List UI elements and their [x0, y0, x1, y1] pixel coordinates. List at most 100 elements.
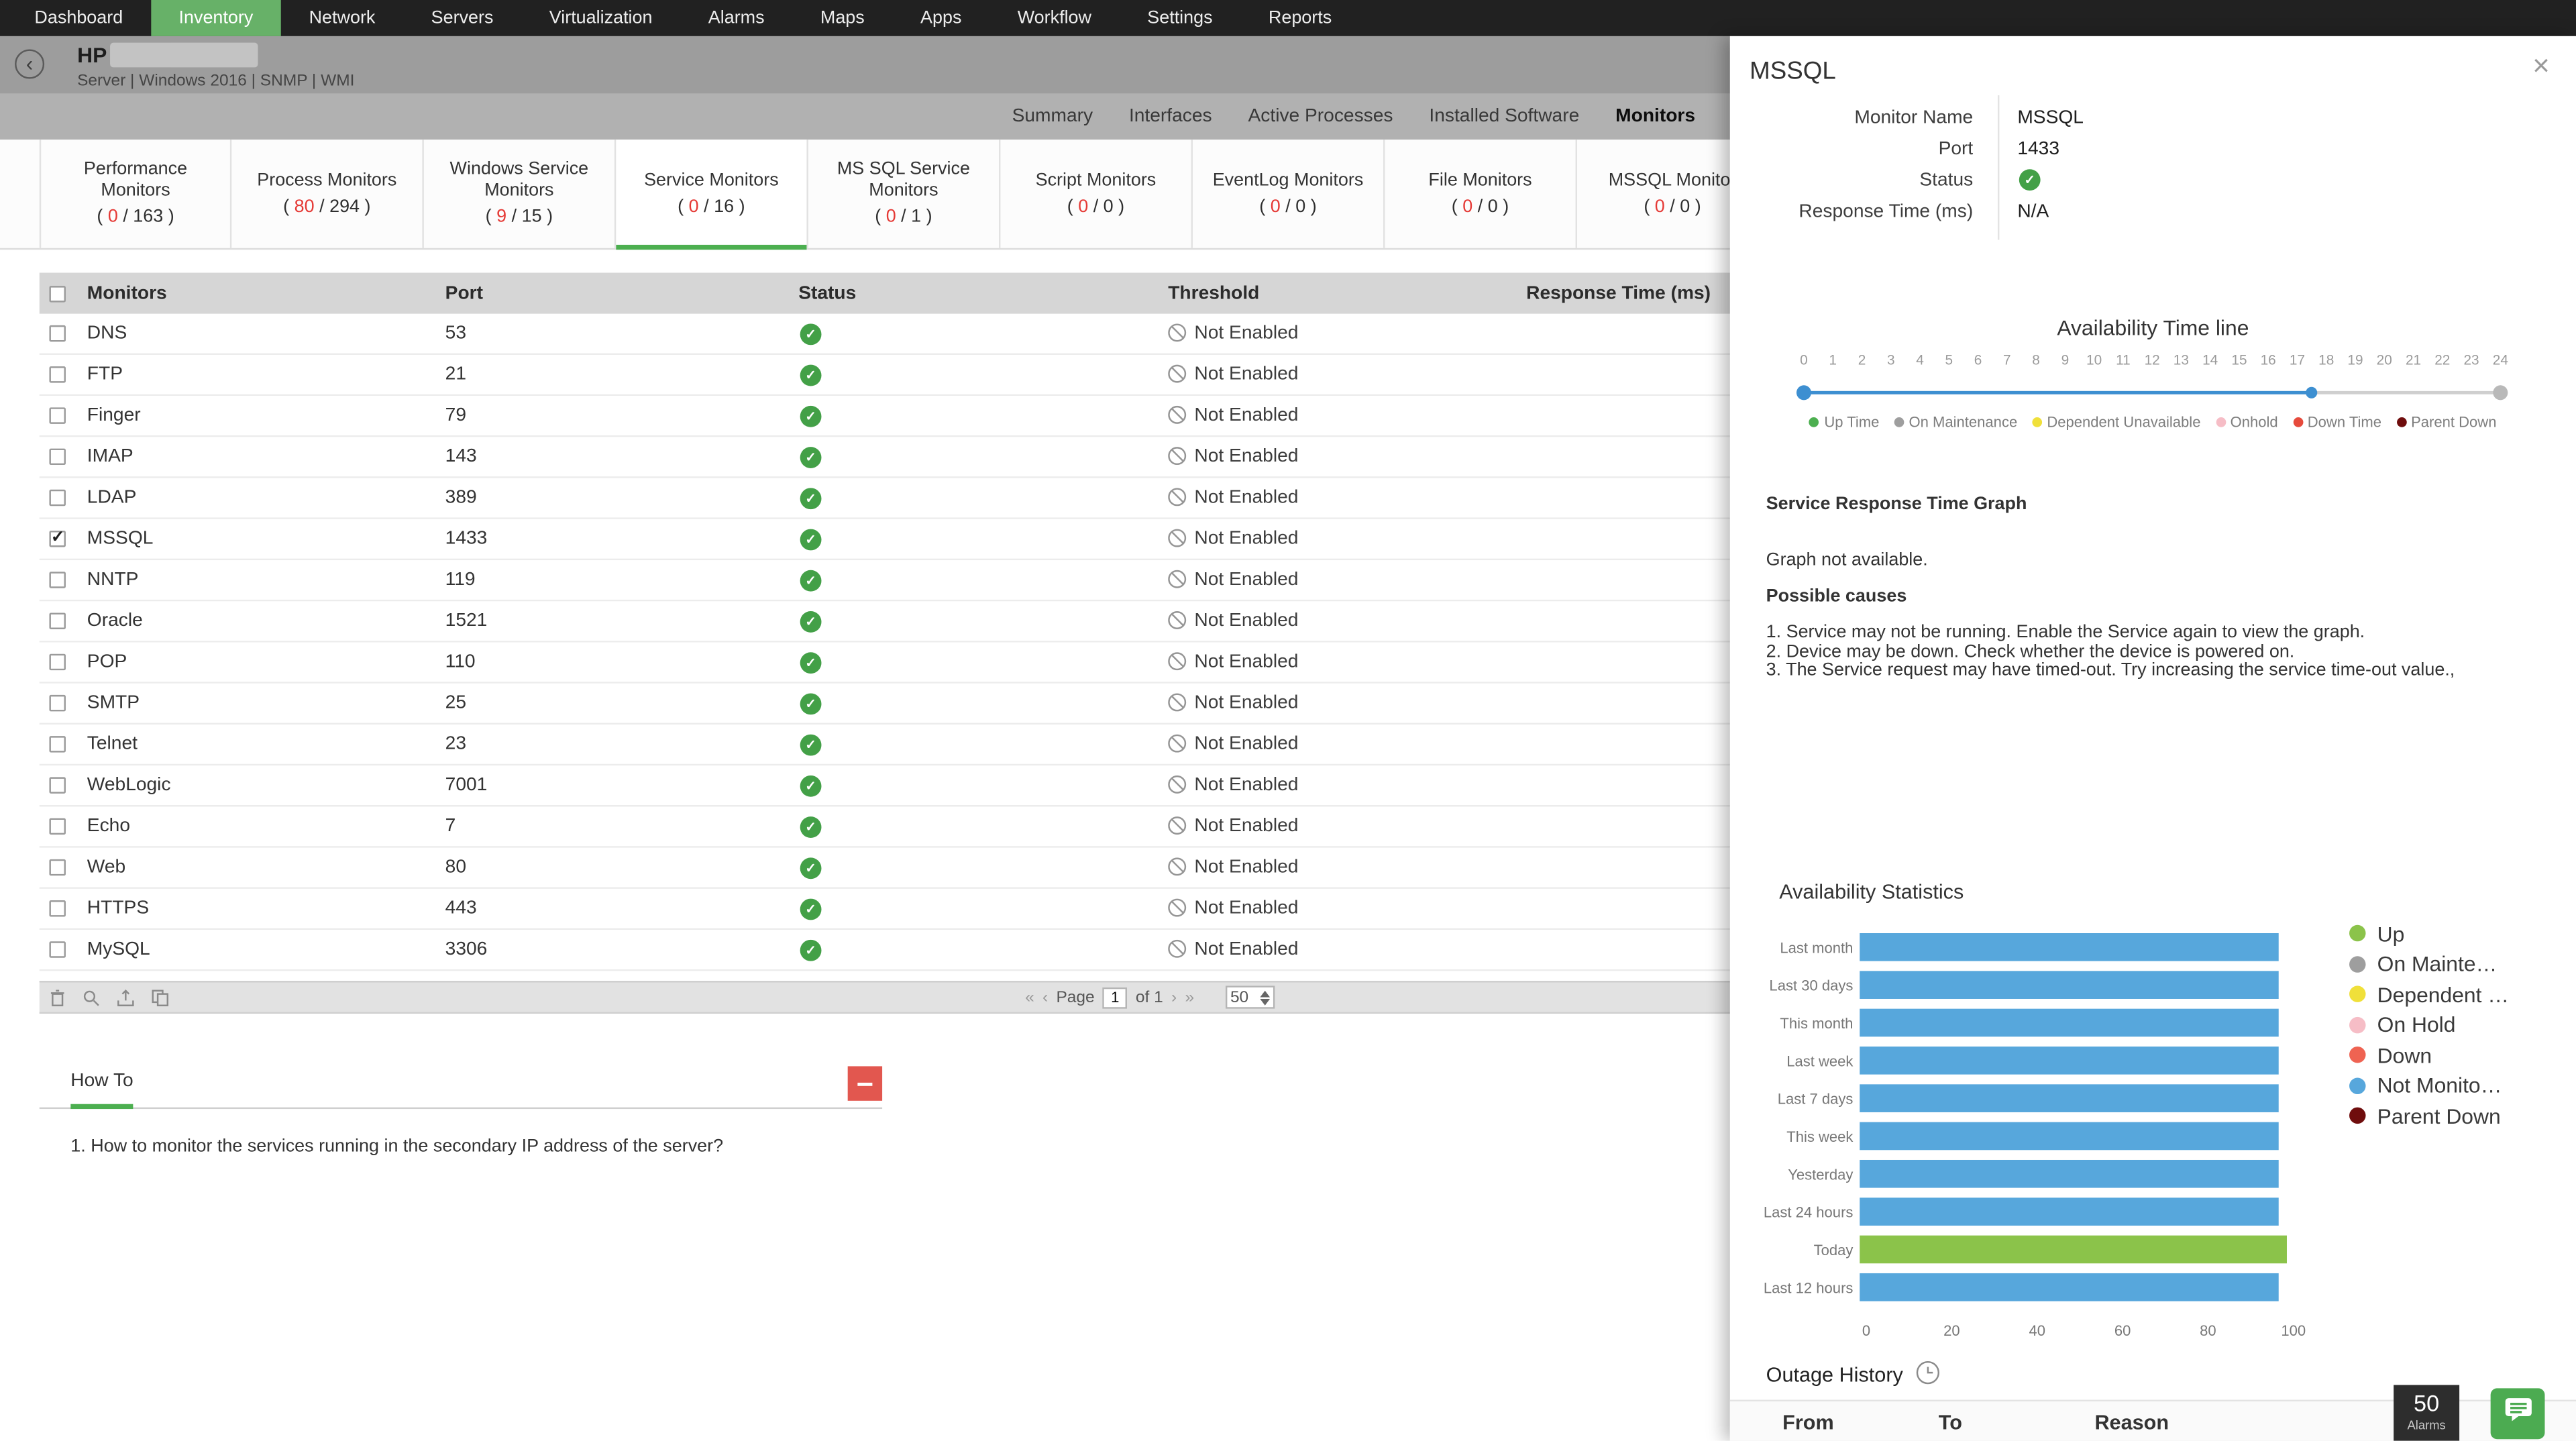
chart-row: Yesterday	[1730, 1155, 2338, 1193]
row-checkbox[interactable]	[49, 612, 65, 629]
nav-item[interactable]: Virtualization	[521, 0, 680, 36]
info-value: N/A	[1973, 201, 2049, 221]
nav-item[interactable]: Reports	[1240, 0, 1360, 36]
timeline-tick-label: 3	[1887, 352, 1895, 368]
port-cell: 80	[445, 857, 799, 877]
search-icon[interactable]	[82, 989, 100, 1007]
info-label: Port	[1730, 139, 1973, 158]
row-checkbox[interactable]	[49, 736, 65, 752]
page-size-select[interactable]: 50	[1226, 985, 1275, 1008]
legend-item: Dependent Unavailable	[2032, 414, 2200, 430]
stepper-down-icon[interactable]	[1260, 998, 1270, 1005]
monitor-tab[interactable]: File Monitors ( 0 / 0 )	[1385, 140, 1577, 248]
chart-row: Last 7 days	[1730, 1079, 2338, 1117]
monitor-tab[interactable]: Windows Service Monitors ( 9 / 15 )	[424, 140, 616, 248]
nav-item[interactable]: Workflow	[989, 0, 1120, 36]
nav-item[interactable]: Settings	[1120, 0, 1241, 36]
export-icon[interactable]	[117, 989, 135, 1007]
prev-page-icon[interactable]: ‹	[1042, 988, 1048, 1006]
device-name-redacted	[110, 43, 258, 68]
monitor-tab-count: ( 0 / 16 )	[678, 197, 745, 218]
monitor-tab-count: ( 80 / 294 )	[283, 197, 370, 218]
row-checkbox[interactable]	[49, 572, 65, 588]
monitor-tab[interactable]: MS SQL Service Monitors ( 0 / 1 )	[808, 140, 1001, 248]
chart-bar	[1860, 1009, 2278, 1037]
copy-icon[interactable]	[151, 989, 169, 1007]
chart-bar	[1860, 1273, 2278, 1301]
threshold-label: Not Enabled	[1194, 406, 1298, 425]
row-checkbox[interactable]	[49, 695, 65, 711]
nav-item[interactable]: Maps	[792, 0, 892, 36]
monitor-tab[interactable]: Script Monitors ( 0 / 0 )	[1000, 140, 1193, 248]
monitor-tab-count: ( 9 / 15 )	[486, 207, 553, 229]
row-checkbox[interactable]	[49, 325, 65, 341]
status-up-icon	[800, 323, 822, 344]
back-icon[interactable]: ‹	[15, 49, 44, 78]
page-tab[interactable]: Active Processes	[1230, 107, 1411, 126]
nav-item[interactable]: Alarms	[680, 0, 792, 36]
legend-label: Down Time	[2308, 414, 2381, 430]
history-clock-icon[interactable]	[1916, 1360, 1941, 1390]
row-checkbox[interactable]	[49, 818, 65, 835]
threshold-label: Not Enabled	[1194, 693, 1298, 712]
timeline-tick-label: 23	[2463, 352, 2479, 368]
nav-item[interactable]: Network	[281, 0, 403, 36]
monitor-tab[interactable]: Process Monitors ( 80 / 294 )	[231, 140, 424, 248]
first-page-icon[interactable]: «	[1025, 988, 1034, 1006]
row-checkbox[interactable]	[49, 777, 65, 793]
cause-line: 3. The Service request may have timed-ou…	[1766, 662, 2455, 681]
alarms-badge[interactable]: 50 Alarms	[2394, 1385, 2459, 1440]
alarms-count: 50	[2394, 1390, 2459, 1418]
chart-bar	[1860, 1236, 2287, 1264]
stepper-up-icon[interactable]	[1260, 990, 1270, 997]
monitor-tab[interactable]: EventLog Monitors ( 0 / 0 )	[1193, 140, 1385, 248]
howto-question-link[interactable]: 1. How to monitor the services running i…	[40, 1137, 882, 1157]
status-up-icon	[2019, 169, 2041, 191]
next-page-icon[interactable]: ›	[1171, 988, 1177, 1006]
close-icon[interactable]: ×	[2532, 49, 2550, 83]
monitor-name-cell: LDAP	[87, 488, 445, 507]
chart-bar	[1860, 1197, 2278, 1226]
row-checkbox[interactable]	[49, 654, 65, 670]
axis-tick-label: 80	[2200, 1322, 2216, 1338]
page-number-input[interactable]	[1103, 987, 1128, 1008]
timeline-start-handle[interactable]	[1796, 385, 1811, 400]
timeline-current-handle[interactable]	[2306, 387, 2318, 398]
nav-item[interactable]: Servers	[403, 0, 521, 36]
col-header-port: Port	[445, 283, 799, 303]
page-tab[interactable]: Interfaces	[1111, 107, 1230, 126]
last-page-icon[interactable]: »	[1185, 988, 1194, 1006]
row-checkbox[interactable]	[49, 941, 65, 957]
nav-item[interactable]: Dashboard	[7, 0, 151, 36]
howto-tab[interactable]: How To	[70, 1071, 133, 1109]
page-tab[interactable]: Summary	[994, 107, 1111, 126]
monitor-tab[interactable]: Performance Monitors ( 0 / 163 )	[40, 140, 232, 248]
timeline-track[interactable]	[1804, 391, 2500, 394]
row-checkbox[interactable]	[49, 407, 65, 423]
row-checkbox[interactable]	[49, 366, 65, 382]
chart-category-label: Last 24 hours	[1730, 1204, 1860, 1220]
monitor-tab[interactable]: Service Monitors ( 0 / 16 )	[616, 140, 808, 248]
status-up-icon	[800, 939, 822, 961]
graph-unavailable-message: Graph not available.	[1766, 550, 1928, 570]
page-tab[interactable]: Installed Software	[1411, 107, 1597, 126]
info-label: Status	[1730, 170, 1973, 189]
timeline-end-handle[interactable]	[2493, 385, 2508, 400]
row-checkbox[interactable]	[49, 449, 65, 465]
row-checkbox[interactable]	[49, 900, 65, 916]
nav-item[interactable]: Apps	[892, 0, 989, 36]
delete-icon[interactable]	[49, 989, 65, 1007]
row-checkbox[interactable]	[49, 859, 65, 875]
chart-category-label: Today	[1730, 1241, 1860, 1257]
nav-item[interactable]: Inventory	[151, 0, 281, 36]
page-tab[interactable]: Monitors	[1597, 107, 1713, 126]
timeline-tick-label: 12	[2145, 352, 2160, 368]
select-all-checkbox[interactable]	[49, 285, 65, 301]
status-up-icon	[800, 528, 822, 549]
row-checkbox[interactable]	[49, 490, 65, 506]
threshold-disabled-icon	[1168, 406, 1186, 424]
chat-button[interactable]	[2491, 1388, 2545, 1439]
timeline-tick-label: 20	[2377, 352, 2392, 368]
row-checkbox[interactable]	[49, 531, 65, 547]
collapse-button[interactable]	[848, 1066, 882, 1100]
